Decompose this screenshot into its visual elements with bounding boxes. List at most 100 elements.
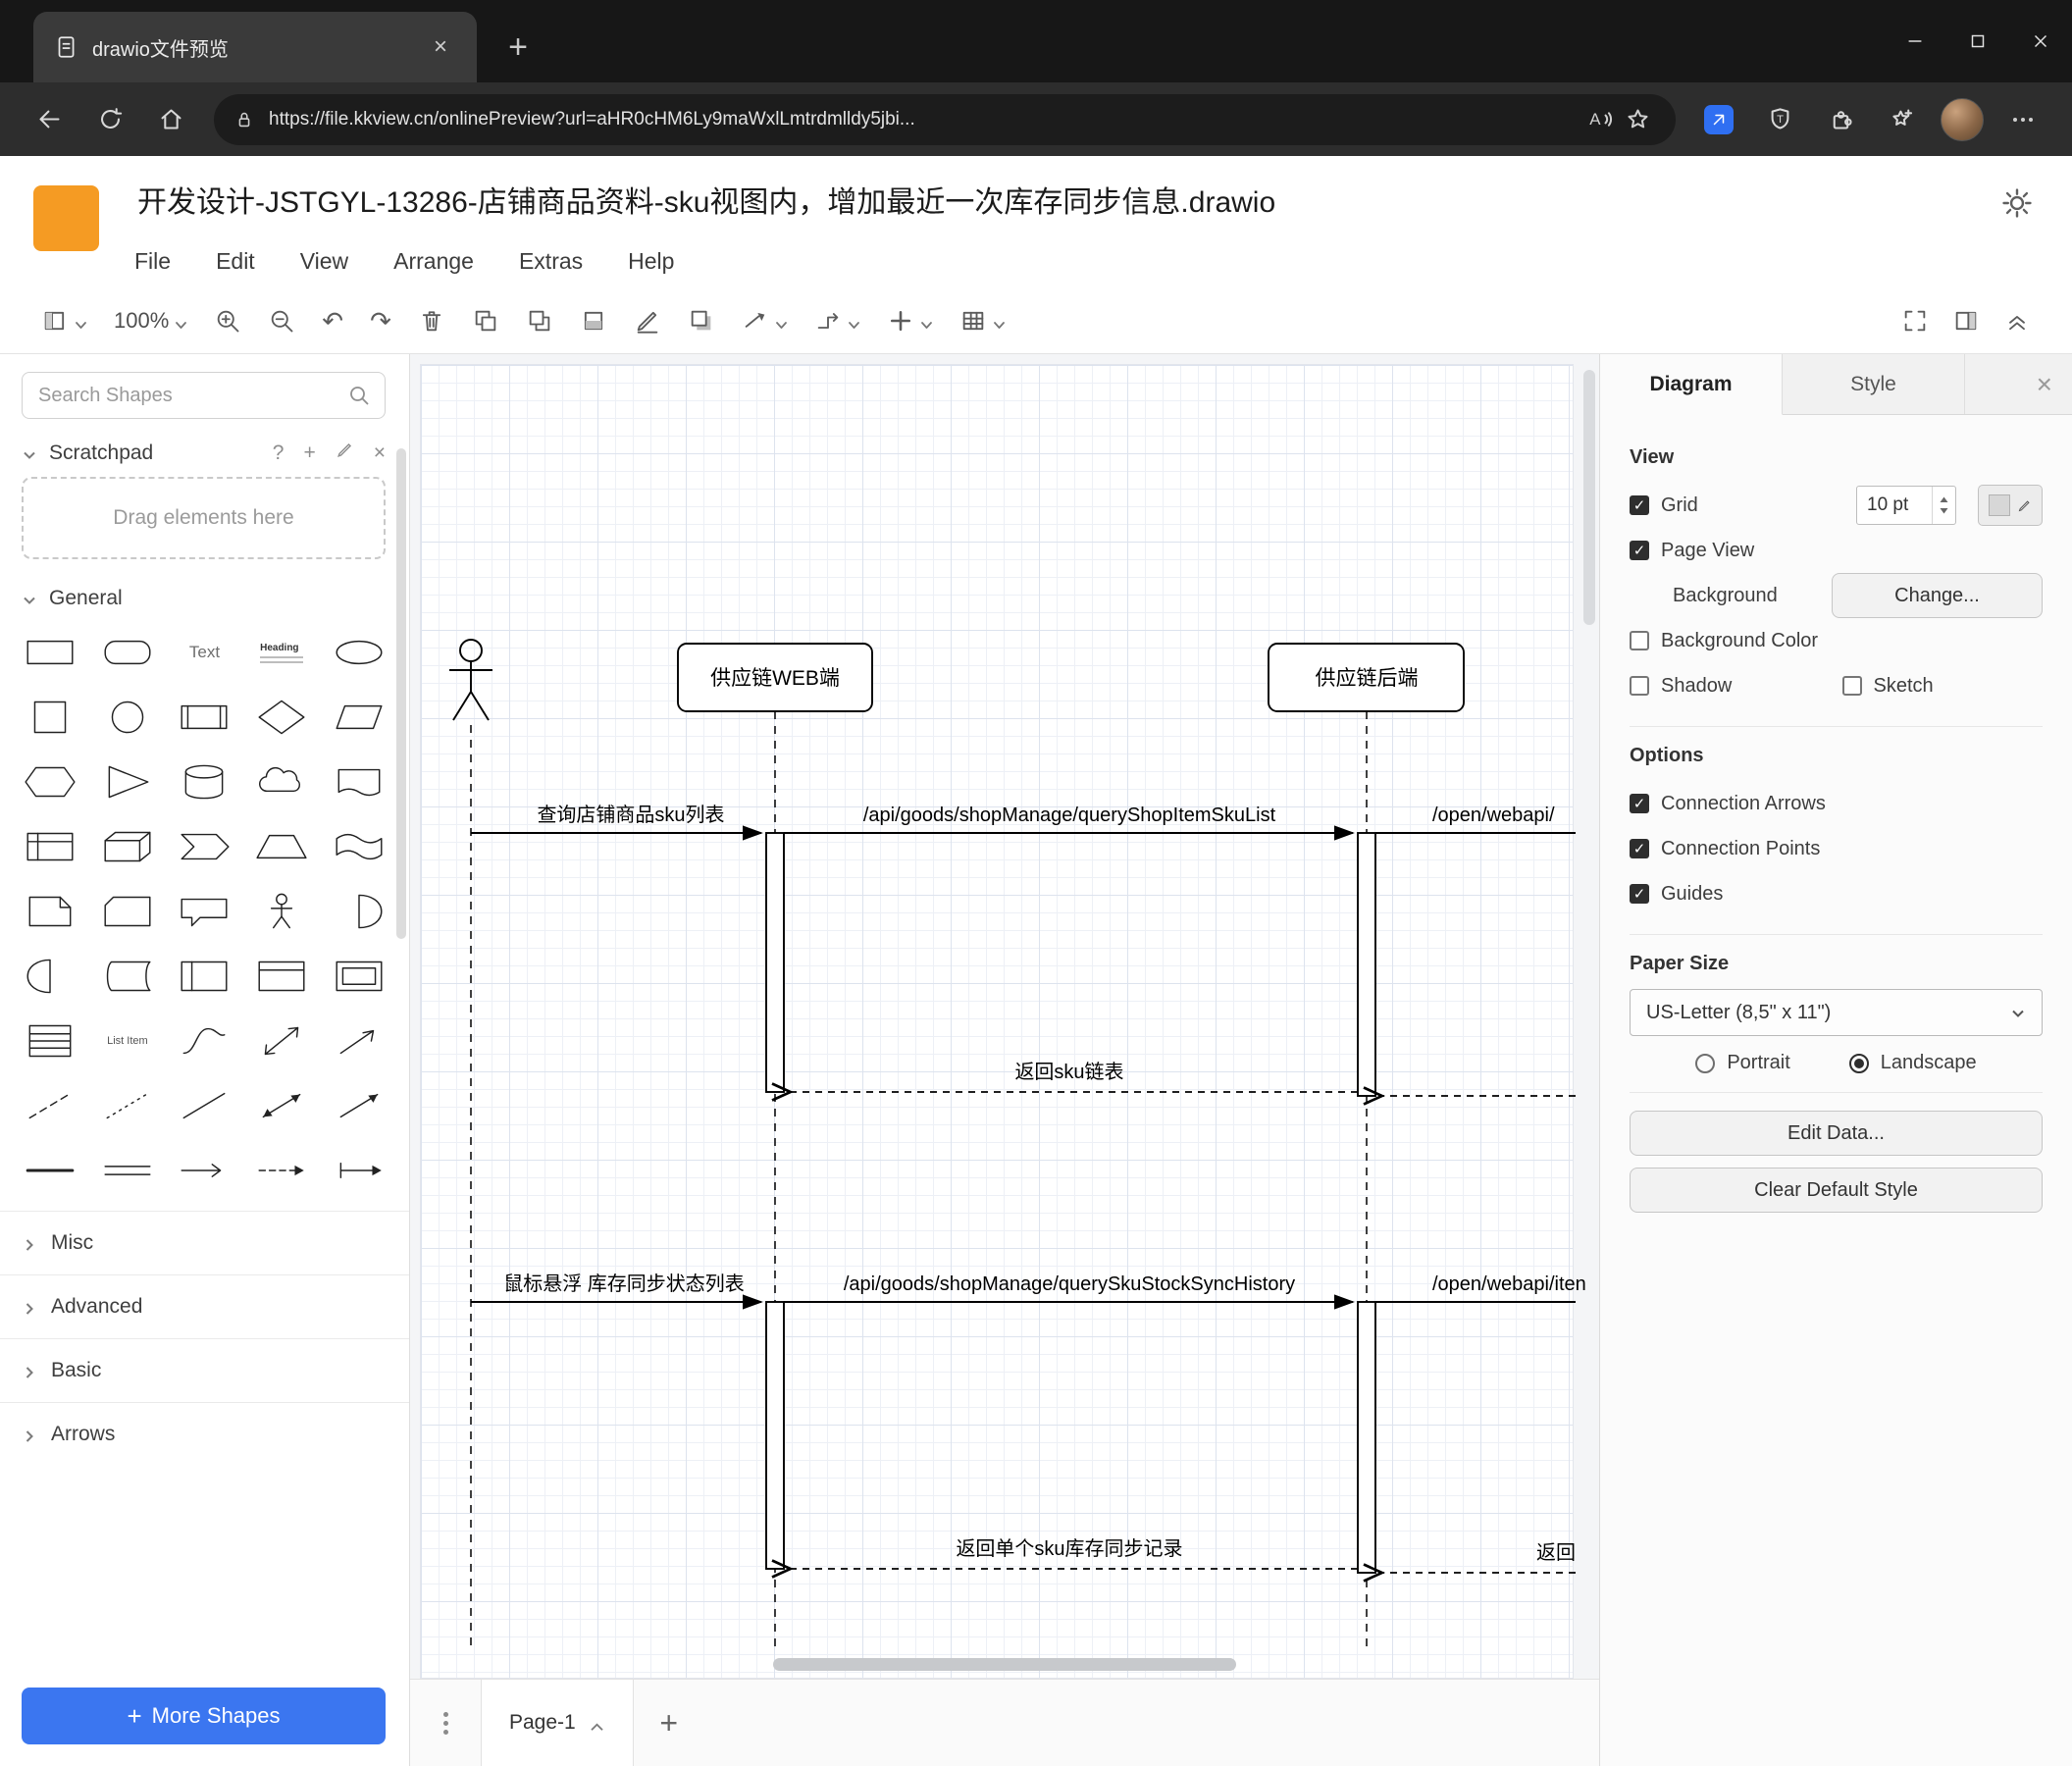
shape-document[interactable] [320, 750, 397, 814]
fullscreen-button[interactable] [1901, 307, 1929, 335]
shape-ellipse[interactable] [320, 620, 397, 685]
message-api-query-sku-stock-sync-history[interactable]: /api/goods/shopManage/querySkuStockSyncH… [784, 1273, 1355, 1310]
search-icon[interactable] [347, 384, 371, 407]
lifeline-web[interactable]: 供应链WEB端 [677, 643, 873, 712]
menu-arrange[interactable]: Arrange [393, 248, 474, 275]
extensions-puzzle-icon[interactable] [1817, 96, 1864, 143]
scratchpad-dropzone[interactable]: Drag elements here [22, 477, 386, 559]
shape-textbox[interactable]: Heading [243, 620, 321, 685]
sketch-checkbox[interactable] [1841, 676, 1862, 696]
drawing-area[interactable]: 供应链WEB端 供应链后端 查询店铺商品sku列表 /api/goods/sho… [410, 354, 1599, 1679]
shape-diamond[interactable] [243, 685, 321, 750]
return-sku-list[interactable]: 返回sku链表 [771, 1061, 1358, 1102]
shape-dashed-connector[interactable] [243, 1138, 321, 1203]
menu-extras[interactable]: Extras [519, 248, 583, 275]
shape-callout[interactable] [166, 879, 243, 944]
new-tab-button[interactable]: + [498, 27, 538, 67]
scratchpad-header[interactable]: Scratchpad ? + × [0, 427, 409, 475]
grid-size-input[interactable] [1857, 487, 1920, 524]
shape-step[interactable] [166, 814, 243, 879]
refresh-button[interactable] [86, 96, 133, 143]
shape-or[interactable] [320, 879, 397, 944]
to-front-button[interactable] [472, 307, 499, 335]
connection-arrows-checkbox[interactable]: ✓ [1630, 794, 1649, 813]
scratchpad-add-icon[interactable]: + [303, 442, 315, 465]
shape-cloud[interactable] [243, 750, 321, 814]
sequence-diagram[interactable]: 供应链WEB端 供应链后端 查询店铺商品sku列表 /api/goods/sho… [410, 354, 1599, 1679]
scratchpad-close-icon[interactable]: × [374, 442, 386, 465]
format-panel-close-icon[interactable]: × [2037, 354, 2072, 414]
waypoints-dropdown[interactable] [814, 307, 860, 335]
section-general[interactable]: General [0, 573, 409, 620]
background-color-checkbox[interactable] [1630, 631, 1649, 650]
activation-bar-web-1[interactable] [765, 832, 785, 1093]
extension-blue-icon[interactable] [1695, 96, 1742, 143]
menu-view[interactable]: View [300, 248, 348, 275]
favorites-collections-icon[interactable] [1878, 96, 1925, 143]
lifeline-backend[interactable]: 供应链后端 [1268, 643, 1465, 712]
shield-extension-icon[interactable]: T [1756, 96, 1803, 143]
shape-note[interactable] [12, 879, 89, 944]
home-button[interactable] [147, 96, 194, 143]
shape-vertical-container[interactable] [243, 944, 321, 1009]
message-api-query-shop-item-sku-list[interactable]: /api/goods/shopManage/queryShopItemSkuLi… [784, 805, 1355, 841]
grid-checkbox[interactable]: ✓ [1630, 495, 1649, 515]
shape-link[interactable] [89, 1138, 167, 1203]
minimize-button[interactable] [1884, 0, 1946, 82]
format-panel-toggle-button[interactable] [1952, 307, 1980, 335]
section-basic[interactable]: Basic [0, 1338, 409, 1402]
shape-cylinder[interactable] [166, 750, 243, 814]
message-hover-stock-sync[interactable]: 鼠标悬浮 库存同步状态列表 [471, 1273, 763, 1310]
message-query-sku-list[interactable]: 查询店铺商品sku列表 [471, 804, 763, 841]
activation-bar-web-2[interactable] [765, 1301, 785, 1570]
message-open-webapi-2[interactable]: /open/webapi/iten [1375, 1273, 1586, 1303]
lock-icon[interactable] [233, 109, 255, 130]
undo-button[interactable]: ↶ [322, 308, 343, 334]
return-single-sku-record[interactable]: 返回单个sku库存同步记录 [771, 1537, 1358, 1579]
shape-triangle[interactable] [89, 750, 167, 814]
shape-bidirectional-arrow[interactable] [243, 1009, 321, 1073]
shape-dashed-line[interactable] [12, 1073, 89, 1138]
shape-arrow[interactable] [320, 1009, 397, 1073]
change-background-button[interactable]: Change... [1832, 573, 2043, 618]
shape-rectangle[interactable] [12, 620, 89, 685]
browser-menu-icon[interactable] [1999, 96, 2046, 143]
section-arrows[interactable]: Arrows [0, 1402, 409, 1466]
landscape-radio-item[interactable]: Landscape [1848, 1052, 1977, 1074]
grid-color-button[interactable] [1978, 485, 2043, 526]
actor-figure[interactable] [449, 639, 492, 721]
scratchpad-help-icon[interactable]: ? [273, 442, 285, 465]
search-shapes-box[interactable] [22, 372, 386, 419]
browser-tab[interactable]: drawio文件预览 × [33, 12, 477, 82]
to-back-button[interactable] [526, 307, 553, 335]
shape-hexagon[interactable] [12, 750, 89, 814]
paper-size-select[interactable]: US-Letter (8,5" x 11") [1630, 989, 2043, 1036]
shape-container[interactable] [166, 944, 243, 1009]
shadow-button[interactable] [688, 307, 715, 335]
connection-style-dropdown[interactable] [742, 307, 788, 335]
line-color-button[interactable] [634, 307, 661, 335]
clear-default-style-button[interactable]: Clear Default Style [1630, 1168, 2043, 1213]
shape-card[interactable] [89, 879, 167, 944]
shape-rounded-rectangle[interactable] [89, 620, 167, 685]
more-shapes-button[interactable]: + More Shapes [22, 1688, 386, 1744]
page-view-checkbox[interactable]: ✓ [1630, 541, 1649, 560]
edit-data-button[interactable]: Edit Data... [1630, 1111, 2043, 1156]
vertical-scrollbar-thumb[interactable] [1583, 370, 1595, 625]
profile-avatar[interactable] [1939, 96, 1986, 143]
shape-internal-storage[interactable] [12, 814, 89, 879]
shape-trapezoid[interactable] [243, 814, 321, 879]
tab-diagram[interactable]: Diagram [1600, 354, 1783, 415]
add-page-button[interactable]: + [634, 1680, 704, 1766]
scratchpad-edit-icon[interactable] [336, 441, 354, 465]
pages-menu-icon[interactable] [410, 1680, 481, 1766]
delete-button[interactable] [418, 307, 445, 335]
portrait-radio-item[interactable]: Portrait [1695, 1052, 1790, 1074]
shape-line[interactable] [166, 1073, 243, 1138]
shape-process[interactable] [166, 685, 243, 750]
theme-toggle-sun-icon[interactable] [1995, 182, 2039, 225]
portrait-radio[interactable] [1695, 1053, 1716, 1073]
shadow-checkbox[interactable] [1630, 676, 1649, 696]
tab-close-icon[interactable]: × [424, 30, 457, 64]
shape-data-storage[interactable] [89, 944, 167, 1009]
